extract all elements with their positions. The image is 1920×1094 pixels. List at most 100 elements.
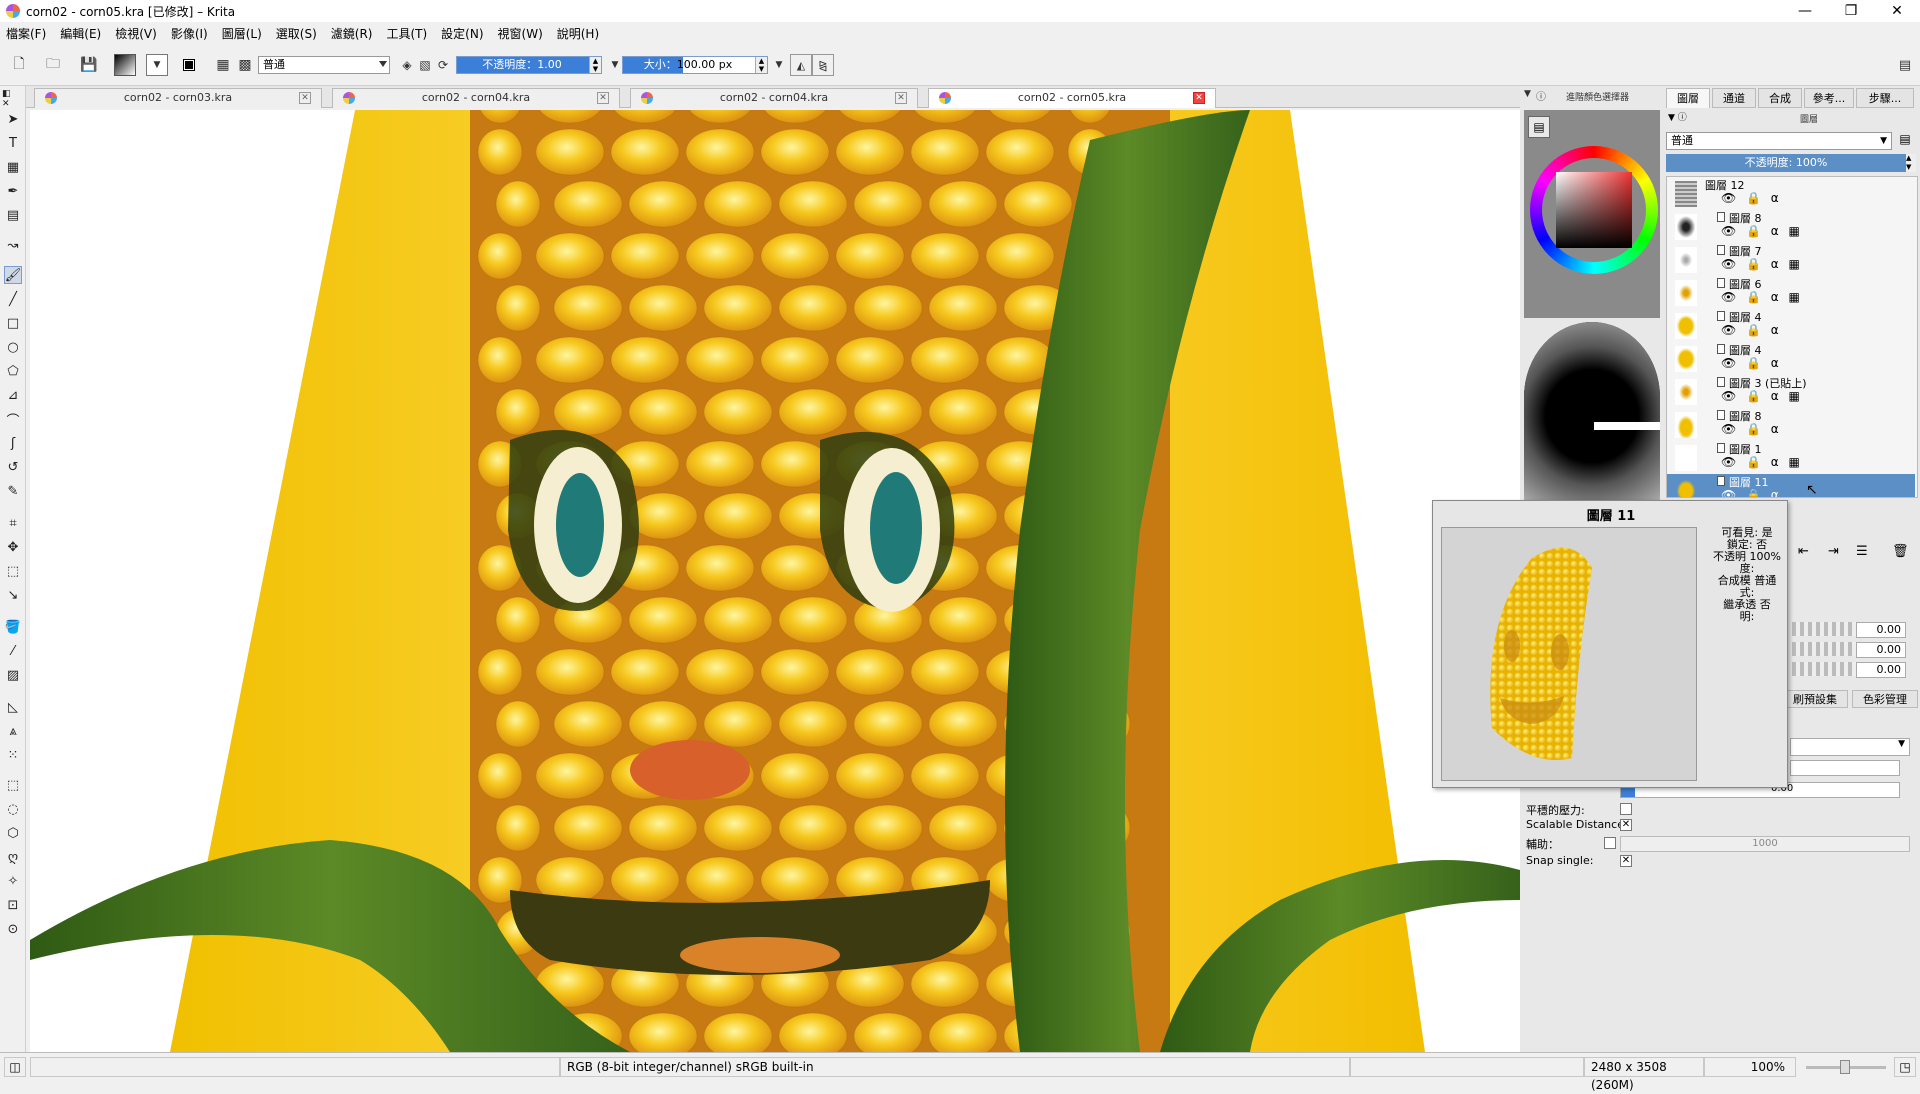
blend-mode-select[interactable]: 普通 bbox=[258, 56, 390, 74]
tab-reference[interactable]: 參考... bbox=[1804, 88, 1854, 108]
tab-corn03[interactable]: corn02 - corn03.kra ✕ bbox=[34, 88, 322, 108]
fill-tool-icon[interactable]: 🪣 bbox=[4, 618, 22, 636]
brush-option-select[interactable]: ▼ bbox=[1790, 738, 1910, 756]
menu-edit[interactable]: 編輯(E) bbox=[60, 25, 101, 42]
tab-undo-history[interactable]: 步驟... bbox=[1856, 88, 1914, 108]
layer-checkbox[interactable] bbox=[1717, 344, 1725, 354]
layer-checkbox[interactable] bbox=[1717, 443, 1725, 453]
close-tab-icon[interactable]: ✕ bbox=[299, 92, 311, 104]
tab-channels[interactable]: 通道 bbox=[1712, 88, 1756, 108]
menu-settings[interactable]: 設定(N) bbox=[441, 25, 483, 42]
menu-image[interactable]: 影像(I) bbox=[171, 25, 208, 42]
edit-shapes-icon[interactable]: ▦ bbox=[4, 158, 22, 176]
drawing-canvas[interactable] bbox=[30, 110, 1520, 1052]
ellipse-tool-icon[interactable]: ○ bbox=[4, 338, 22, 356]
brush-preset-icon[interactable]: ▦ bbox=[212, 54, 234, 76]
warp-tool-icon[interactable]: ↘ bbox=[4, 586, 22, 604]
layer-row[interactable]: 圖層 4 👁 🔒 α bbox=[1667, 342, 1915, 375]
gradient-swatch[interactable] bbox=[114, 54, 136, 76]
brush-settings-icon[interactable]: ▩ bbox=[234, 54, 256, 76]
layer-row-selected[interactable]: 圖層 11 👁 🔒 α bbox=[1667, 474, 1915, 497]
layers-collapse-icon[interactable]: ▼ ⓘ bbox=[1668, 110, 1687, 123]
tab-corn05[interactable]: corn02 - corn05.kra ✕ bbox=[928, 88, 1216, 108]
layer-blend-mode-select[interactable]: 普通 ▼ bbox=[1666, 132, 1892, 150]
color-selector[interactable]: ▤ bbox=[1524, 110, 1660, 318]
tab-corn04-b[interactable]: corn02 - corn04.kra ✕ bbox=[630, 88, 918, 108]
rectangle-tool-icon[interactable]: □ bbox=[4, 314, 22, 332]
layer-row[interactable]: 圖層 6 👁 🔒 α ▦ bbox=[1667, 276, 1915, 309]
bezier-tool-icon[interactable]: ⌒ bbox=[4, 410, 22, 429]
polygon-select-icon[interactable]: ⬡ bbox=[4, 824, 22, 842]
new-document-icon[interactable]: 🗋 bbox=[8, 54, 30, 76]
brush-status-icon[interactable]: ◫ bbox=[4, 1057, 26, 1077]
canvas-only-icon[interactable]: ◳ bbox=[1894, 1057, 1916, 1077]
color-picker-icon[interactable]: ⁄ bbox=[4, 642, 22, 660]
layer-properties-icon[interactable]: ▤ bbox=[1896, 132, 1914, 150]
scalable-distance-checkbox[interactable]: ✕ bbox=[1620, 819, 1632, 831]
reload-preset-icon[interactable]: ⟳ bbox=[432, 54, 454, 76]
maximize-button[interactable]: ❐ bbox=[1828, 0, 1874, 22]
layer-row[interactable]: 圖層 4 👁 🔒 α bbox=[1667, 309, 1915, 342]
menu-filter[interactable]: 濾鏡(R) bbox=[331, 25, 373, 42]
layer-checkbox[interactable] bbox=[1717, 476, 1725, 486]
zoom-slider[interactable] bbox=[1806, 1060, 1886, 1074]
calligraphy-icon[interactable]: ✒ bbox=[4, 182, 22, 200]
dynamic-brush-icon[interactable]: ↺ bbox=[4, 458, 22, 476]
grid-tool-icon[interactable]: ⁙ bbox=[4, 746, 22, 764]
menu-file[interactable]: 檔案(F) bbox=[6, 25, 46, 42]
fg-bg-color-icon[interactable] bbox=[178, 54, 200, 76]
layer-settings-icon[interactable]: ☰ bbox=[1856, 544, 1868, 559]
mirror-vertical-icon[interactable]: ⧎ bbox=[812, 54, 834, 76]
assistant-tool-icon[interactable]: ⩓ bbox=[4, 722, 22, 740]
snap-single-checkbox[interactable]: ✕ bbox=[1620, 855, 1632, 867]
layer-opacity-slider[interactable]: 不透明度: 100% bbox=[1666, 154, 1906, 172]
mirror-horizontal-icon[interactable]: ◭ bbox=[790, 54, 812, 76]
transform-tool-icon[interactable]: ⬚ bbox=[4, 562, 22, 580]
close-tab-icon[interactable]: ✕ bbox=[1193, 92, 1205, 104]
layer-row[interactable]: 圖層 7 👁 🔒 α ▦ bbox=[1667, 243, 1915, 276]
assistant-checkbox[interactable] bbox=[1604, 837, 1616, 849]
layer-checkbox[interactable] bbox=[1717, 212, 1725, 222]
docker-lock-icon[interactable]: ⓘ bbox=[1536, 88, 1546, 103]
crop-tool-icon[interactable]: ⌗ bbox=[4, 514, 22, 532]
tab-compositions[interactable]: 合成 bbox=[1758, 88, 1802, 108]
line-tool-icon[interactable]: ╱ bbox=[4, 290, 22, 308]
tab-brush-presets[interactable]: 刷預設集 bbox=[1782, 690, 1848, 708]
similar-select-icon[interactable]: ⊡ bbox=[4, 896, 22, 914]
freehand-brush-icon[interactable]: 🖌 bbox=[4, 266, 22, 284]
value-field[interactable]: 0.00 bbox=[1856, 642, 1906, 658]
gradient-tool-icon[interactable]: ▤ bbox=[4, 206, 22, 224]
delete-layer-icon[interactable]: 🗑 bbox=[1892, 544, 1909, 559]
layer-checkbox[interactable] bbox=[1717, 278, 1725, 288]
open-folder-icon[interactable]: 🗀 bbox=[42, 54, 64, 76]
layer-row[interactable]: 圖層 3 (已貼上) 👁 🔒 α ▦ bbox=[1667, 375, 1915, 408]
size-dropdown-icon[interactable]: ▼ bbox=[768, 54, 790, 76]
docker-toggle-icon[interactable]: ▤ bbox=[1894, 54, 1916, 76]
toolbox-menu-icon[interactable]: ◧ ✕ bbox=[2, 89, 20, 109]
minimize-button[interactable]: — bbox=[1782, 0, 1828, 22]
value-field[interactable]: 0.00 bbox=[1856, 662, 1906, 678]
menu-tools[interactable]: 工具(T) bbox=[386, 25, 427, 42]
pattern-tool-icon[interactable]: ↝ bbox=[4, 236, 22, 254]
magic-wand-icon[interactable]: ✧ bbox=[4, 872, 22, 890]
size-slider[interactable]: 大小：100.00 px ▲ ▼ bbox=[622, 56, 768, 74]
layer-row[interactable]: 圖層 8 👁 🔒 α ▦ bbox=[1667, 210, 1915, 243]
move-layer-up-icon[interactable]: ⇤ bbox=[1798, 544, 1809, 559]
text-tool-icon[interactable]: T bbox=[4, 134, 22, 152]
layer-checkbox[interactable] bbox=[1717, 245, 1725, 255]
freehand-select-icon[interactable]: ღ bbox=[4, 848, 22, 866]
select-shapes-icon[interactable]: ➤ bbox=[4, 110, 22, 128]
move-layer-down-icon[interactable]: ⇥ bbox=[1828, 544, 1839, 559]
tab-corn04[interactable]: corn02 - corn04.kra ✕ bbox=[332, 88, 620, 108]
ellipse-select-icon[interactable]: ◌ bbox=[4, 800, 22, 818]
menu-layer[interactable]: 圖層(L) bbox=[222, 25, 262, 42]
layer-row[interactable]: 圖層 12 👁 🔒 α bbox=[1667, 177, 1915, 210]
bezier-select-icon[interactable]: ⊙ bbox=[4, 920, 22, 938]
multibrush-icon[interactable]: ✎ bbox=[4, 482, 22, 500]
close-tab-icon[interactable]: ✕ bbox=[895, 92, 907, 104]
opacity-slider[interactable]: 不透明度：1.00 ▲ ▼ bbox=[456, 56, 602, 74]
layer-checkbox[interactable] bbox=[1717, 410, 1725, 420]
saturation-value-square[interactable] bbox=[1556, 172, 1632, 248]
polygon-tool-icon[interactable]: ⬠ bbox=[4, 362, 22, 380]
value-field[interactable]: 0.00 bbox=[1856, 622, 1906, 638]
